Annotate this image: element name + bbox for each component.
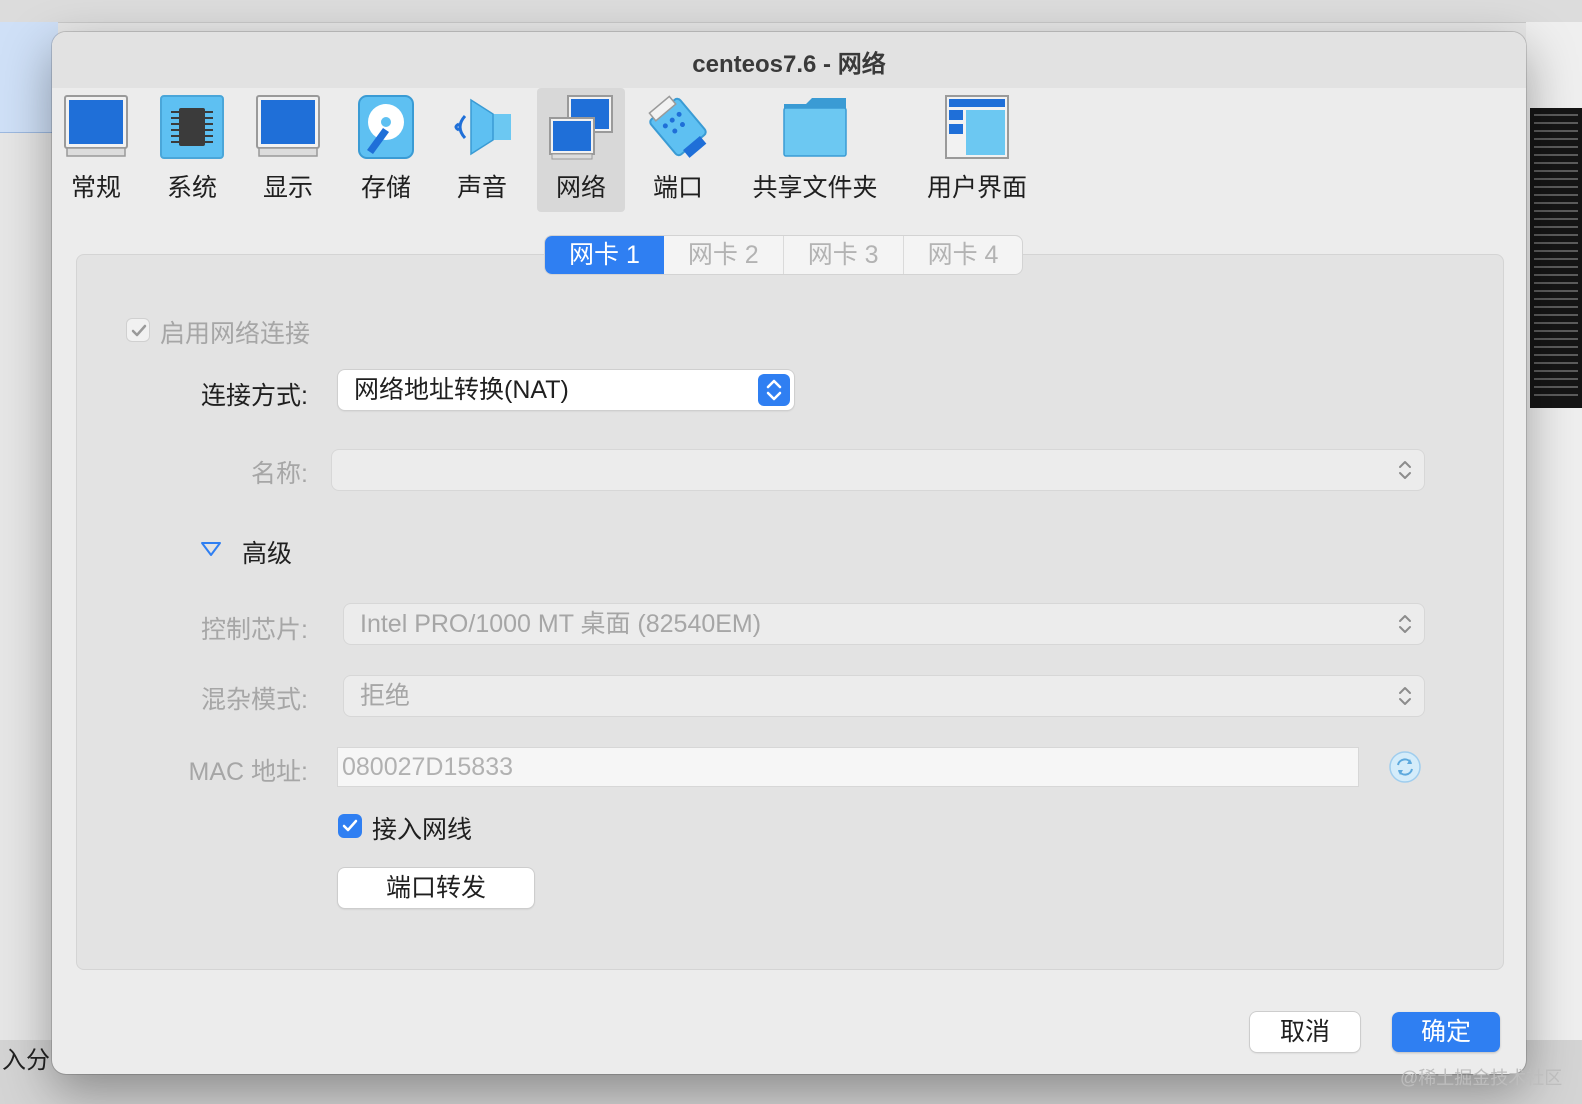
toolbar-item-storage[interactable]: 存储	[348, 88, 424, 212]
background-selected-row	[0, 22, 58, 133]
toolbar-label: 网络	[555, 174, 606, 202]
toolbar-label: 系统	[166, 174, 217, 202]
display-icon	[256, 95, 320, 157]
adapter-type-select[interactable]: Intel PRO/1000 MT 桌面 (82540EM)	[344, 604, 1424, 644]
adapter-type-label: 控制芯片:	[201, 616, 308, 644]
toolbar-label: 声音	[456, 174, 507, 202]
window-layout-icon	[945, 95, 1009, 159]
name-select[interactable]	[332, 450, 1424, 490]
background-window-menubar	[0, 0, 1582, 23]
toolbar-item-network[interactable]: 网络	[537, 88, 625, 212]
stepper-arrows-icon	[1399, 461, 1411, 479]
tab-adapter-3[interactable]: 网卡 3	[784, 236, 904, 274]
toolbar-item-display[interactable]: 显示	[250, 88, 326, 212]
toolbar-label: 用户界面	[926, 174, 1027, 202]
toolbar-item-user-interface[interactable]: 用户界面	[918, 88, 1036, 212]
toolbar-label: 端口	[652, 174, 703, 202]
advanced-label[interactable]: 高级	[242, 534, 292, 570]
disclosure-triangle-icon[interactable]	[200, 540, 222, 558]
mac-address-field[interactable]: 080027D15833	[338, 748, 1358, 786]
adapter-tabs: 网卡 1 网卡 2 网卡 3 网卡 4	[545, 236, 1023, 274]
checkmark-icon	[131, 324, 147, 337]
background-text-fragment: 入分	[2, 1047, 50, 1074]
attach-type-value: 网络地址转换(NAT)	[354, 376, 569, 404]
folder-icon	[783, 98, 847, 157]
ok-button[interactable]: 确定	[1392, 1012, 1500, 1052]
tab-adapter-1[interactable]: 网卡 1	[545, 236, 664, 274]
background-terminal	[1530, 108, 1582, 408]
mac-address-label: MAC 地址:	[188, 758, 308, 786]
settings-dialog: centeos7.6 - 网络 常规 系统 显示 存储 声音 网络 端口 共享文…	[52, 32, 1526, 1074]
toolbar-item-system[interactable]: 系统	[154, 88, 230, 212]
promiscuous-value: 拒绝	[360, 682, 411, 710]
name-label: 名称:	[251, 460, 308, 488]
toolbar-label: 显示	[262, 174, 313, 202]
attach-type-select[interactable]: 网络地址转换(NAT)	[338, 370, 794, 410]
enable-network-label: 启用网络连接	[160, 320, 311, 348]
stepper-arrows-icon	[1399, 687, 1411, 705]
toolbar-item-general[interactable]: 常规	[58, 88, 134, 212]
toolbar-item-shared-folders[interactable]: 共享文件夹	[742, 88, 888, 212]
watermark: @稀土掘金技术社区	[1400, 1068, 1563, 1088]
promiscuous-label: 混杂模式:	[201, 686, 308, 714]
tab-adapter-2[interactable]: 网卡 2	[664, 236, 784, 274]
promiscuous-select[interactable]: 拒绝	[344, 676, 1424, 716]
chip-icon	[160, 95, 224, 159]
toolbar-item-ports[interactable]: 端口	[640, 88, 716, 212]
title-bar: centeos7.6 - 网络	[52, 32, 1526, 88]
enable-network-checkbox[interactable]	[126, 318, 150, 342]
settings-toolbar: 常规 系统 显示 存储 声音 网络 端口 共享文件夹 用户界面	[52, 88, 1526, 212]
cancel-button[interactable]: 取消	[1250, 1012, 1360, 1052]
serial-port-icon	[648, 95, 707, 158]
speaker-icon	[454, 98, 511, 156]
monitor-icon	[64, 95, 128, 157]
cable-connected-label: 接入网线	[372, 816, 473, 844]
adapter-type-value: Intel PRO/1000 MT 桌面 (82540EM)	[360, 610, 762, 638]
refresh-mac-icon[interactable]	[1388, 750, 1422, 784]
stepper-arrows-icon	[758, 374, 790, 406]
port-forwarding-button[interactable]: 端口转发	[338, 868, 534, 908]
cable-connected-checkbox[interactable]	[338, 814, 362, 838]
disk-icon	[358, 95, 414, 159]
window-title: centeos7.6 - 网络	[692, 51, 886, 78]
toolbar-label: 常规	[70, 174, 121, 202]
attach-label: 连接方式:	[201, 382, 308, 410]
checkmark-icon	[342, 819, 358, 832]
toolbar-label: 存储	[360, 174, 411, 202]
tab-adapter-4[interactable]: 网卡 4	[904, 236, 1023, 274]
toolbar-label: 共享文件夹	[752, 174, 878, 202]
network-icon	[549, 95, 613, 160]
toolbar-item-audio[interactable]: 声音	[444, 88, 520, 212]
stepper-arrows-icon	[1399, 615, 1411, 633]
